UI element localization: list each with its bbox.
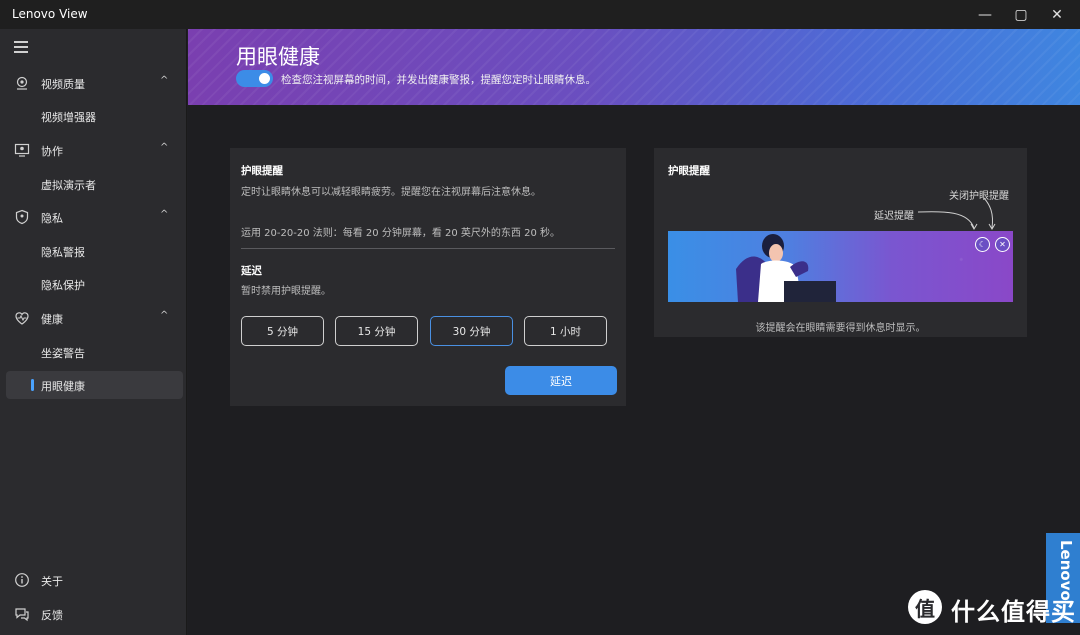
chevron-up-icon: ^ xyxy=(160,75,169,86)
eye-reminder-card: 护眼提醒 定时让眼睛休息可以减轻眼睛疲劳。提醒您在注视屏幕后注意休息。 运用 2… xyxy=(230,148,626,406)
header-description: 检查您注视屏幕的时间，并发出健康警报，提醒您定时让眼睛休息。 xyxy=(281,74,596,86)
card-description: 定时让眼睛休息可以减轻眼睛疲劳。提醒您在注视屏幕后注意休息。 xyxy=(241,187,541,198)
sidebar-group-label: 协作 xyxy=(41,145,63,158)
annotation-arrows xyxy=(917,197,996,230)
card-heading: 护眼提醒 xyxy=(668,165,710,177)
close-reminder-icon: ✕ xyxy=(995,237,1010,252)
camera-icon xyxy=(16,76,28,90)
info-icon xyxy=(15,573,29,587)
person-resting-illustration xyxy=(736,234,836,302)
sidebar-group-video-quality[interactable]: 视频质量 ^ xyxy=(0,69,187,97)
delay-option-15min[interactable]: 15 分钟 xyxy=(335,316,418,346)
delay-option-1hour[interactable]: 1 小时 xyxy=(524,316,607,346)
presenter-icon xyxy=(14,143,30,157)
sidebar-item-label: 虚拟演示者 xyxy=(41,179,96,192)
sidebar-item-privacy-protection[interactable]: 隐私保护 xyxy=(0,270,187,298)
sidebar-item-about[interactable]: 关于 xyxy=(0,566,187,594)
sidebar-group-privacy[interactable]: 隐私 ^ xyxy=(0,203,187,231)
heart-icon xyxy=(15,312,29,325)
sidebar-group-health[interactable]: 健康 ^ xyxy=(0,304,187,332)
sidebar: 视频质量 ^ 视频增强器 协作 ^ 虚拟演示者 隐私 ^ 隐私警报 隐私保护 健… xyxy=(0,29,187,635)
app-title: Lenovo View xyxy=(12,7,88,21)
sidebar-group-label: 隐私 xyxy=(41,212,63,225)
eye-health-toggle[interactable] xyxy=(236,70,273,87)
sidebar-item-label: 视频增强器 xyxy=(41,111,96,124)
divider xyxy=(241,248,615,249)
sidebar-group-label: 健康 xyxy=(41,313,63,326)
sidebar-item-video-enhancer[interactable]: 视频增强器 xyxy=(0,102,187,130)
sidebar-item-label: 用眼健康 xyxy=(41,380,85,393)
watermark-text: 什么值得买 xyxy=(951,598,1076,626)
delay-heading: 延迟 xyxy=(241,265,262,277)
delay-description: 暂时禁用护眼提醒。 xyxy=(241,286,331,297)
sidebar-item-feedback[interactable]: 反馈 xyxy=(0,600,187,628)
page-title: 用眼健康 xyxy=(236,45,320,69)
delay-option-5min[interactable]: 5 分钟 xyxy=(241,316,324,346)
chevron-up-icon: ^ xyxy=(160,310,169,321)
sidebar-item-eye-health[interactable]: 用眼健康 xyxy=(6,371,183,399)
delay-option-30min[interactable]: 30 分钟 xyxy=(430,316,513,346)
main-content: 用眼健康 检查您注视屏幕的时间，并发出健康警报，提醒您定时让眼睛休息。 护眼提醒… xyxy=(188,29,1080,635)
header-banner: 用眼健康 检查您注视屏幕的时间，并发出健康警报，提醒您定时让眼睛休息。 xyxy=(188,29,1080,105)
sidebar-item-label: 隐私警报 xyxy=(41,246,85,259)
sidebar-item-label: 坐姿警告 xyxy=(41,347,85,360)
close-button[interactable]: ✕ xyxy=(1034,0,1080,29)
reminder-preview-card: 护眼提醒 关闭护眼提醒 延迟提醒 ☾ ✕ 该提醒会在眼睛需要得到休息时显示。 xyxy=(654,148,1027,337)
close-icon: ✕ xyxy=(1051,6,1063,23)
sidebar-group-collaboration[interactable]: 协作 ^ xyxy=(0,136,187,164)
toggle-knob xyxy=(259,73,270,84)
sidebar-item-virtual-presenter[interactable]: 虚拟演示者 xyxy=(0,170,187,198)
sidebar-item-label: 隐私保护 xyxy=(41,279,85,292)
chevron-up-icon: ^ xyxy=(160,209,169,220)
shield-icon xyxy=(15,209,29,225)
delay-button[interactable]: 延迟 xyxy=(505,366,617,395)
card-heading: 护眼提醒 xyxy=(241,165,283,177)
active-indicator xyxy=(31,379,34,391)
hamburger-icon[interactable] xyxy=(14,41,28,53)
sidebar-item-posture-warning[interactable]: 坐姿警告 xyxy=(0,338,187,366)
sidebar-item-label: 反馈 xyxy=(41,609,63,622)
rule-text: 运用 20-20-20 法则：每看 20 分钟屏幕，看 20 英尺外的东西 20… xyxy=(241,228,560,239)
reminder-illustration: ☾ ✕ xyxy=(668,231,1013,302)
maximize-icon: ▢ xyxy=(1014,6,1028,23)
preview-caption: 该提醒会在眼睛需要得到休息时显示。 xyxy=(755,323,926,334)
sidebar-item-privacy-alert[interactable]: 隐私警报 xyxy=(0,237,187,265)
annotation-snooze: 延迟提醒 xyxy=(874,211,914,222)
chevron-up-icon: ^ xyxy=(160,142,169,153)
sidebar-item-label: 关于 xyxy=(41,575,63,588)
title-bar: Lenovo View — ▢ ✕ xyxy=(0,0,1080,29)
feedback-icon xyxy=(15,608,29,622)
watermark-icon: 值 xyxy=(908,590,942,624)
snooze-icon: ☾ xyxy=(975,237,990,252)
minimize-icon: — xyxy=(978,6,992,23)
sidebar-group-label: 视频质量 xyxy=(41,78,85,91)
